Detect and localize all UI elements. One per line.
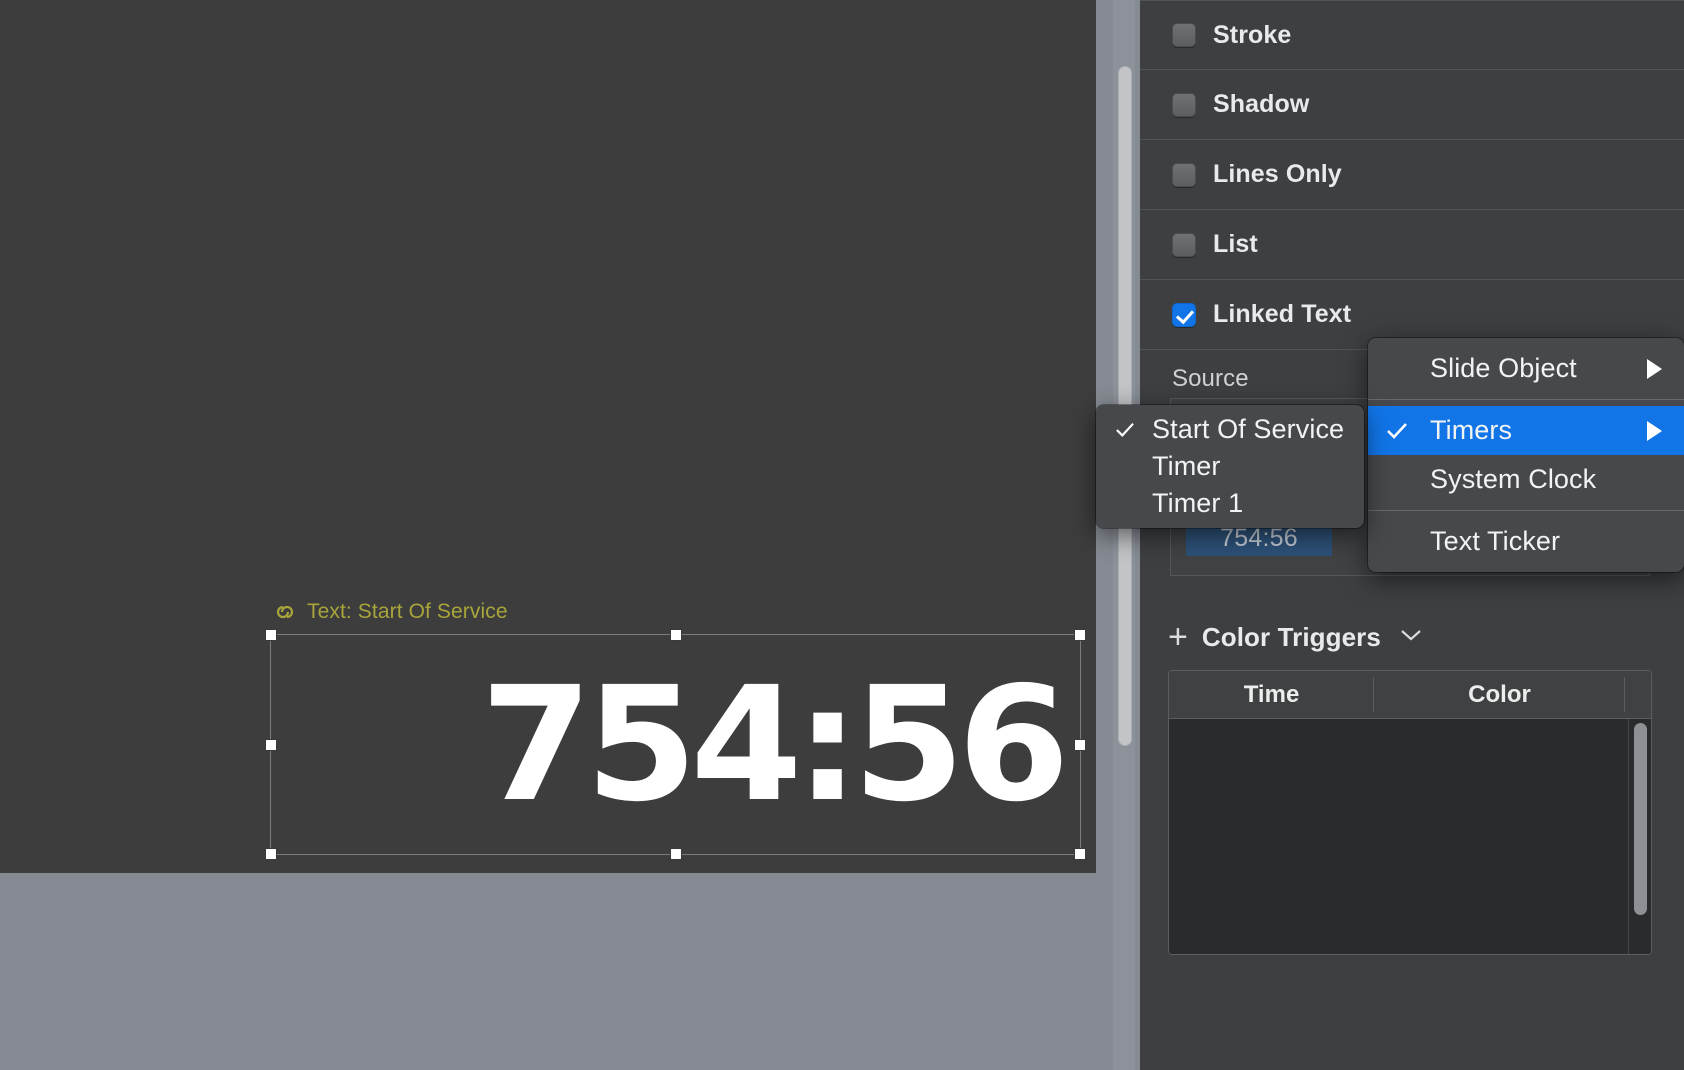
- checkbox-shadow[interactable]: [1172, 92, 1196, 117]
- menu-separator: [1368, 399, 1684, 400]
- menu-item-label-timers: Timers: [1430, 415, 1513, 445]
- slide-canvas[interactable]: Text: Start Of Service 754:56: [0, 0, 1096, 873]
- link-chain-icon: [272, 603, 298, 621]
- color-triggers-table-body[interactable]: [1169, 719, 1651, 954]
- checkbox-lines-only[interactable]: [1172, 162, 1196, 187]
- menu-item-timers[interactable]: Timers: [1368, 406, 1684, 455]
- object-link-label: Text: Start Of Service: [272, 600, 508, 624]
- menu-item-timer-1[interactable]: Timer 1: [1096, 485, 1364, 522]
- menu-item-label-start-of-service: Start Of Service: [1152, 414, 1345, 444]
- column-header-time[interactable]: Time: [1169, 671, 1374, 718]
- menu-item-label-slide-object: Slide Object: [1430, 353, 1577, 383]
- color-triggers-table-head: Time Color: [1169, 671, 1651, 719]
- checkbox-label-stroke: Stroke: [1213, 20, 1292, 49]
- menu-item-timer[interactable]: Timer: [1096, 448, 1364, 485]
- resize-handle-middle-left[interactable]: [265, 738, 277, 751]
- checkbox-linked-text[interactable]: [1172, 302, 1196, 327]
- checkbox-label-shadow: Shadow: [1213, 90, 1310, 118]
- color-triggers-scrollbar-thumb[interactable]: [1634, 723, 1647, 915]
- menu-item-label-timer: Timer: [1152, 451, 1221, 481]
- timers-submenu[interactable]: Start Of Service Timer Timer 1: [1096, 405, 1364, 528]
- resize-handle-top-center[interactable]: [669, 629, 682, 641]
- color-triggers-table[interactable]: Time Color: [1168, 670, 1652, 955]
- submenu-arrow-icon: [1647, 420, 1662, 441]
- selection-bounding-box[interactable]: [265, 629, 1086, 860]
- menu-item-system-clock[interactable]: System Clock: [1368, 455, 1684, 504]
- checkmark-icon: [1384, 421, 1410, 441]
- color-triggers-title: Color Triggers: [1201, 621, 1381, 652]
- checkbox-row-shadow[interactable]: Shadow: [1140, 70, 1684, 140]
- resize-handle-top-left[interactable]: [265, 629, 277, 641]
- panel-gutter: [1096, 0, 1113, 1070]
- app-window: Text: Start Of Service 754:56 Stroke Sha…: [0, 0, 1684, 1070]
- resize-handle-top-right[interactable]: [1074, 629, 1086, 641]
- checkbox-row-lines-only[interactable]: Lines Only: [1140, 140, 1684, 210]
- column-header-spacer: [1625, 671, 1651, 718]
- chevron-down-icon[interactable]: [1399, 627, 1423, 648]
- checkbox-row-list[interactable]: List: [1140, 210, 1684, 280]
- menu-item-label-system-clock: System Clock: [1430, 464, 1597, 494]
- checkbox-label-list: List: [1213, 230, 1258, 258]
- checkbox-label-linked-text: Linked Text: [1213, 300, 1352, 328]
- source-context-menu[interactable]: Slide Object Timers System Clock Text Ti…: [1368, 338, 1684, 572]
- submenu-arrow-icon: [1647, 358, 1662, 379]
- checkbox-list[interactable]: [1172, 232, 1196, 257]
- object-link-label-text: Text: Start Of Service: [307, 600, 508, 623]
- checkbox-stroke[interactable]: [1172, 23, 1196, 47]
- menu-separator: [1368, 510, 1684, 511]
- resize-handle-middle-right[interactable]: [1074, 738, 1086, 751]
- add-color-trigger-button[interactable]: +: [1168, 620, 1188, 654]
- resize-handle-bottom-right[interactable]: [1074, 848, 1086, 860]
- color-triggers-scrollbar[interactable]: [1628, 719, 1651, 954]
- menu-item-label-timer-1: Timer 1: [1152, 488, 1244, 518]
- color-triggers-header[interactable]: + Color Triggers: [1168, 620, 1423, 654]
- menu-item-label-text-ticker: Text Ticker: [1430, 526, 1561, 556]
- resize-handle-bottom-center[interactable]: [669, 848, 682, 860]
- source-label: Source: [1172, 365, 1249, 392]
- menu-item-start-of-service[interactable]: Start Of Service: [1096, 411, 1364, 448]
- menu-item-text-ticker[interactable]: Text Ticker: [1368, 517, 1684, 566]
- column-header-color[interactable]: Color: [1374, 671, 1625, 718]
- checkbox-row-stroke[interactable]: Stroke: [1140, 0, 1684, 70]
- menu-item-slide-object[interactable]: Slide Object: [1368, 344, 1684, 393]
- checkbox-label-lines-only: Lines Only: [1213, 160, 1342, 188]
- checkmark-icon: [1112, 421, 1138, 439]
- resize-handle-bottom-left[interactable]: [265, 848, 277, 860]
